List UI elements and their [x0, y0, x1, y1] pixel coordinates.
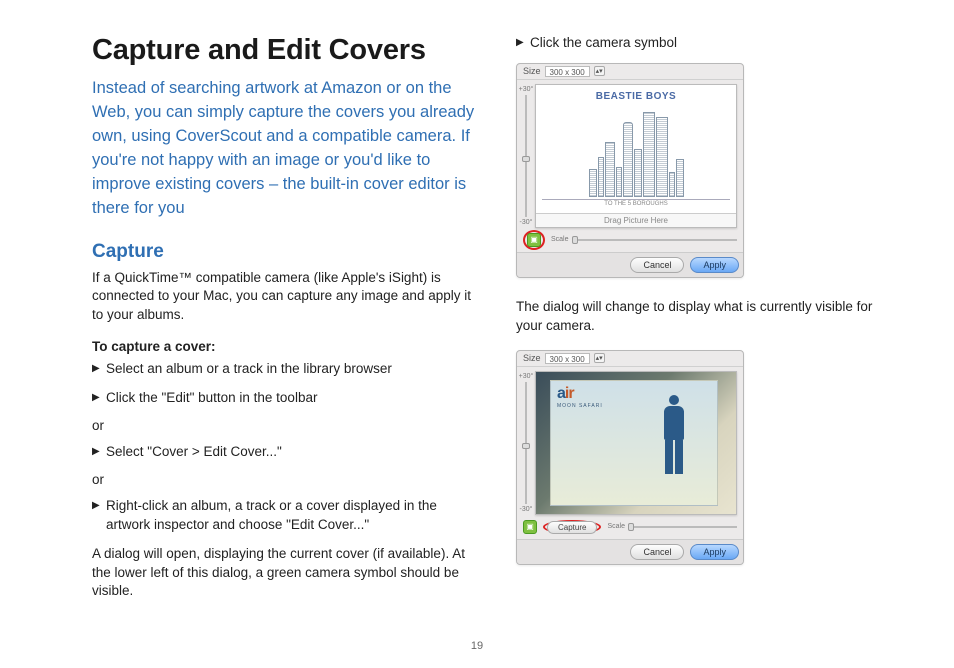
rotation-slider[interactable]: +30° -30° — [521, 84, 531, 228]
click-camera-text: Click the camera symbol — [530, 34, 894, 53]
cover-preview[interactable]: BEASTIE BOYS — [535, 84, 737, 228]
step-4: ▶ Right-click an album, a track or a cov… — [92, 497, 480, 535]
dialog-change-text: The dialog will change to display what i… — [516, 298, 894, 336]
dialog-main: +30° -30° BEASTIE BOYS — [517, 80, 743, 230]
rotation-thumb[interactable] — [522, 156, 530, 162]
triangle-bullet-icon: ▶ — [92, 443, 106, 462]
size-label: Size — [523, 353, 541, 363]
page-columns: Capture and Edit Covers Instead of searc… — [92, 34, 894, 615]
album-art: BEASTIE BOYS — [536, 85, 736, 213]
rot-minus-label: -30° — [520, 219, 533, 226]
rot-minus-label: -30° — [520, 506, 533, 513]
step-4-text: Right-click an album, a track or a cover… — [106, 497, 480, 535]
stepper-icon[interactable]: ▴▾ — [594, 66, 605, 76]
camera-icon[interactable]: ▣ — [527, 233, 541, 247]
dialog-top-bar: Size 300 x 300 ▴▾ — [517, 351, 743, 367]
scale-label: Scale — [607, 523, 625, 530]
dialog-explain: A dialog will open, displaying the curre… — [92, 545, 480, 602]
or-2: or — [92, 472, 480, 487]
album2-figure — [657, 395, 691, 477]
drag-picture-here[interactable]: Drag Picture Here — [536, 213, 736, 227]
intro-paragraph: Instead of searching artwork at Amazon o… — [92, 77, 480, 221]
scale-label: Scale — [551, 236, 569, 243]
capture-button-highlight: Capture — [543, 520, 601, 534]
camera-preview-box[interactable]: air MOON SAFARI — [535, 371, 737, 515]
dialog-main: +30° -30° air MOON SAFARI — [517, 367, 743, 517]
rotation-thumb[interactable] — [522, 443, 530, 449]
cancel-button[interactable]: Cancel — [630, 257, 684, 273]
scale-slider[interactable]: Scale — [607, 523, 737, 530]
bottom-controls: ▣ Capture Scale — [523, 519, 737, 535]
rotation-track[interactable] — [525, 95, 527, 217]
camera-live-view: air MOON SAFARI — [536, 372, 736, 514]
step-3: ▶ Select "Cover > Edit Cover..." — [92, 443, 480, 462]
scale-thumb[interactable] — [628, 523, 634, 531]
dialog-bottom: ▣ Capture Scale — [517, 517, 743, 539]
preview-area: air MOON SAFARI — [535, 371, 737, 515]
rot-plus-label: +30° — [519, 86, 534, 93]
camera-button-highlight: ▣ — [523, 230, 545, 250]
dialog-buttons: Cancel Apply — [517, 252, 743, 277]
step-2-text: Click the "Edit" button in the toolbar — [106, 389, 480, 408]
step-1-text: Select an album or a track in the librar… — [106, 360, 480, 379]
skyline-art — [542, 104, 730, 200]
cover-dialog-figure-2: Size 300 x 300 ▴▾ +30° -30° air MOON SAF… — [516, 350, 744, 565]
page-title: Capture and Edit Covers — [92, 34, 480, 67]
camera-icon[interactable]: ▣ — [523, 520, 537, 534]
dialog-buttons: Cancel Apply — [517, 539, 743, 564]
bottom-controls: ▣ Scale — [523, 232, 737, 248]
apply-button[interactable]: Apply — [690, 257, 739, 273]
scale-thumb[interactable] — [572, 236, 578, 244]
size-field[interactable]: 300 x 300 — [545, 353, 590, 364]
click-camera-step: ▶ Click the camera symbol — [516, 34, 894, 53]
step-3-text: Select "Cover > Edit Cover..." — [106, 443, 480, 462]
album-title: BEASTIE BOYS — [542, 91, 730, 102]
rotation-track[interactable] — [525, 382, 527, 504]
scale-slider[interactable]: Scale — [551, 236, 737, 243]
preview-area: BEASTIE BOYS — [535, 84, 737, 228]
size-field[interactable]: 300 x 300 — [545, 66, 590, 77]
camera-album-card: air MOON SAFARI — [550, 380, 718, 506]
triangle-bullet-icon: ▶ — [92, 389, 106, 408]
triangle-bullet-icon: ▶ — [92, 497, 106, 535]
left-column: Capture and Edit Covers Instead of searc… — [92, 34, 480, 615]
dialog-bottom: ▣ Scale — [517, 230, 743, 252]
or-1: or — [92, 418, 480, 433]
album2-subtitle: MOON SAFARI — [557, 403, 603, 409]
right-column: ▶ Click the camera symbol Size 300 x 300… — [516, 34, 894, 615]
rotation-slider[interactable]: +30° -30° — [521, 371, 531, 515]
triangle-bullet-icon: ▶ — [516, 34, 530, 53]
capture-button[interactable]: Capture — [547, 521, 597, 534]
page-number: 19 — [0, 640, 954, 652]
capture-intro: If a QuickTime™ compatible camera (like … — [92, 269, 480, 326]
step-1: ▶ Select an album or a track in the libr… — [92, 360, 480, 379]
cancel-button[interactable]: Cancel — [630, 544, 684, 560]
rot-plus-label: +30° — [519, 373, 534, 380]
triangle-bullet-icon: ▶ — [92, 360, 106, 379]
capture-heading: Capture — [92, 241, 480, 263]
album2-logo: air — [557, 385, 574, 403]
to-capture-label: To capture a cover: — [92, 339, 480, 354]
scale-track[interactable] — [572, 239, 737, 241]
cover-dialog-figure-1: Size 300 x 300 ▴▾ +30° -30° BEASTIE BOYS — [516, 63, 744, 278]
apply-button[interactable]: Apply — [690, 544, 739, 560]
size-label: Size — [523, 66, 541, 76]
dialog-top-bar: Size 300 x 300 ▴▾ — [517, 64, 743, 80]
stepper-icon[interactable]: ▴▾ — [594, 353, 605, 363]
scale-track[interactable] — [628, 526, 737, 528]
step-2: ▶ Click the "Edit" button in the toolbar — [92, 389, 480, 408]
album-subtitle: TO THE 5 BOROUGHS — [542, 201, 730, 207]
